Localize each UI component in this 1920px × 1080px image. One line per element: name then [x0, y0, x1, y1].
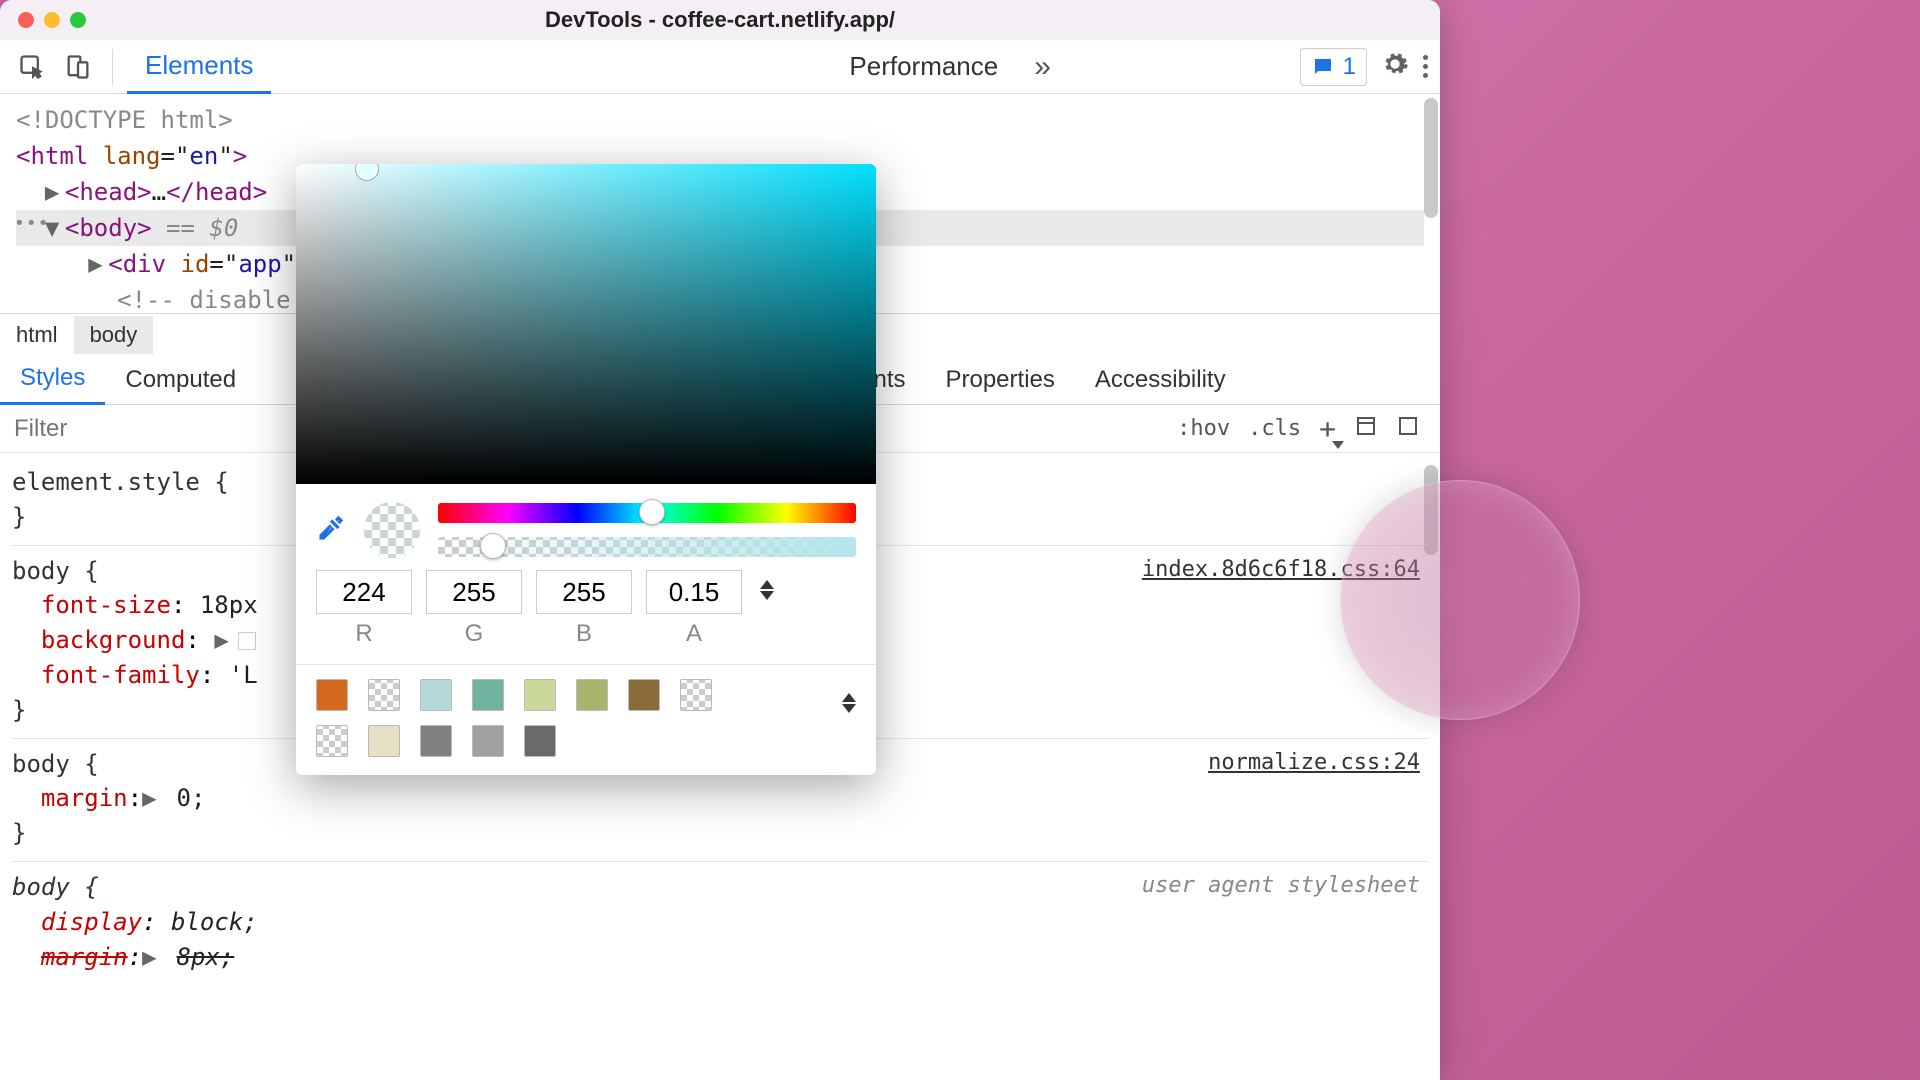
separator	[112, 49, 113, 85]
palette-swatch[interactable]	[472, 679, 504, 711]
palette-row-2	[316, 725, 856, 757]
issues-counter[interactable]: 1	[1300, 48, 1367, 86]
palette-swatch[interactable]	[628, 679, 660, 711]
dom-scrollbar[interactable]	[1424, 98, 1438, 218]
color-swatch-icon[interactable]	[238, 632, 256, 650]
tab-performance[interactable]: Performance	[831, 41, 1016, 92]
window-titlebar: DevTools - coffee-cart.netlify.app/	[0, 0, 1440, 40]
subtab-computed[interactable]: Computed	[105, 356, 256, 404]
palette-swatch[interactable]	[576, 679, 608, 711]
computed-styles-icon[interactable]	[1354, 414, 1378, 444]
b-input[interactable]	[536, 570, 632, 614]
rule-body-ua[interactable]: user agent stylesheet body { display: bl…	[12, 862, 1428, 984]
alpha-slider[interactable]	[438, 537, 856, 557]
devtools-toolbar: Elements Performance » 1	[0, 40, 1440, 94]
palette-swatch[interactable]	[680, 679, 712, 711]
rgba-inputs: R G B A	[296, 570, 876, 664]
hue-thumb[interactable]	[639, 499, 665, 525]
subtab-styles[interactable]: Styles	[0, 354, 105, 405]
r-input[interactable]	[316, 570, 412, 614]
crumb-body[interactable]: body	[74, 316, 154, 354]
subtab-properties[interactable]: Properties	[925, 356, 1074, 404]
panel-tabs: Elements Performance »	[127, 40, 1069, 94]
palette-swatch[interactable]	[368, 725, 400, 757]
palette-swatch[interactable]	[368, 679, 400, 711]
palette-swatch[interactable]	[524, 725, 556, 757]
color-palette	[296, 664, 876, 775]
sv-cursor[interactable]	[356, 164, 378, 180]
color-picker-popover: R G B A	[296, 164, 876, 775]
palette-switcher[interactable]	[842, 693, 856, 713]
eyedropper-icon[interactable]	[316, 513, 346, 548]
palette-swatch[interactable]	[420, 725, 452, 757]
settings-icon[interactable]	[1381, 50, 1409, 83]
window-title: DevTools - coffee-cart.netlify.app/	[0, 7, 1440, 33]
a-input[interactable]	[646, 570, 742, 614]
palette-row-1	[316, 679, 856, 711]
magnifier-cursor	[1340, 480, 1580, 720]
hov-toggle[interactable]: :hov	[1177, 416, 1230, 441]
devtools-window: DevTools - coffee-cart.netlify.app/ Elem…	[0, 0, 1440, 1080]
palette-swatch[interactable]	[420, 679, 452, 711]
saturation-value-field[interactable]	[296, 164, 876, 484]
subtab-accessibility[interactable]: Accessibility	[1075, 356, 1246, 404]
format-switcher[interactable]	[760, 580, 774, 600]
crumb-html[interactable]: html	[0, 316, 74, 354]
rendering-icon[interactable]	[1396, 414, 1420, 444]
more-menu-icon[interactable]	[1423, 55, 1428, 78]
hue-slider[interactable]	[438, 503, 856, 523]
inspect-element-icon[interactable]	[12, 47, 52, 87]
new-style-rule-button[interactable]: +	[1319, 412, 1336, 445]
issues-count: 1	[1343, 53, 1356, 81]
source-ua: user agent stylesheet	[1142, 870, 1420, 902]
palette-swatch[interactable]	[524, 679, 556, 711]
g-input[interactable]	[426, 570, 522, 614]
source-link[interactable]: normalize.css:24	[1208, 747, 1420, 779]
current-color-swatch	[364, 502, 420, 558]
palette-swatch[interactable]	[472, 725, 504, 757]
palette-swatch[interactable]	[316, 725, 348, 757]
cls-toggle[interactable]: .cls	[1248, 416, 1301, 441]
alpha-thumb[interactable]	[480, 533, 506, 559]
tab-overflow[interactable]: »	[1016, 40, 1069, 94]
main-content: <!DOCTYPE html> <html lang="en"> ▶<head>…	[0, 94, 1440, 1080]
device-toolbar-icon[interactable]	[58, 47, 98, 87]
palette-swatch[interactable]	[316, 679, 348, 711]
tab-elements[interactable]: Elements	[127, 40, 271, 94]
dom-doctype[interactable]: <!DOCTYPE html>	[16, 102, 1424, 138]
